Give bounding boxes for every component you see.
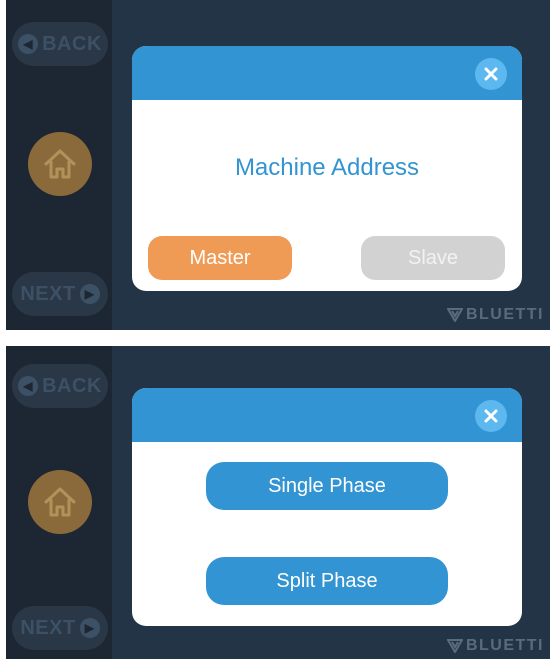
home-button[interactable] [28,470,92,534]
slave-button[interactable]: Slave [361,236,505,280]
sidebar: ◀ BACK NEXT ▶ [6,0,112,330]
back-arrow-icon: ◀ [18,376,39,396]
phase-selection-screen: ◀ BACK NEXT ▶ Single Phase Split Phase B… [6,346,550,659]
logo-text: BLUETTI [465,306,544,323]
bluetti-logo-icon [446,639,463,653]
home-icon [44,149,76,179]
next-label: NEXT [20,616,76,639]
back-arrow-icon: ◀ [18,34,39,54]
back-button[interactable]: ◀ BACK [12,364,108,408]
home-icon [44,487,76,517]
sidebar: ◀ BACK NEXT ▶ [6,346,112,659]
back-label: BACK [42,374,102,397]
close-button[interactable] [475,58,507,90]
close-icon [484,409,498,423]
machine-address-dialog: Machine Address Master Slave [132,46,522,291]
close-button[interactable] [475,400,507,432]
split-phase-button[interactable]: Split Phase [206,557,448,605]
master-label: Master [189,246,251,269]
slave-label: Slave [407,246,459,269]
bluetti-logo: BLUETTI [446,306,544,324]
single-phase-label: Single Phase [268,474,386,497]
next-button[interactable]: NEXT ▶ [12,606,108,650]
back-label: BACK [42,32,102,55]
dialog-header [132,388,522,442]
machine-address-screen: ◀ BACK NEXT ▶ Machine Address Master Sla… [6,0,550,330]
dialog-title: Machine Address [234,154,420,181]
next-button[interactable]: NEXT ▶ [12,272,108,316]
phase-dialog: Single Phase Split Phase [132,388,522,626]
next-arrow-icon: ▶ [79,284,100,304]
dialog-header [132,46,522,100]
next-label: NEXT [20,282,76,305]
back-button[interactable]: ◀ BACK [12,22,108,66]
bluetti-logo-icon [446,308,463,322]
logo-text: BLUETTI [465,637,544,654]
next-arrow-icon: ▶ [79,618,100,638]
home-button[interactable] [28,132,92,196]
single-phase-button[interactable]: Single Phase [206,462,448,510]
close-icon [484,67,498,81]
bluetti-logo: BLUETTI [446,637,544,655]
split-phase-label: Split Phase [276,569,378,592]
master-button[interactable]: Master [148,236,292,280]
